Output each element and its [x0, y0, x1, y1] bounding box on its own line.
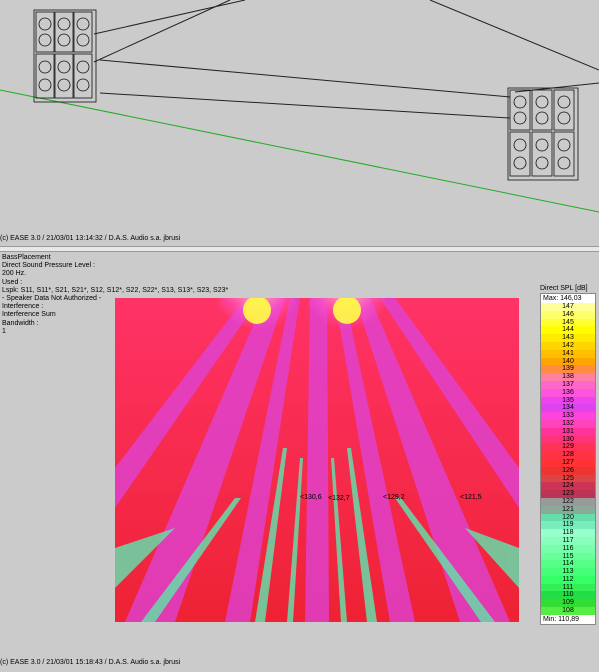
- legend-level: 118: [541, 529, 595, 537]
- legend-level: 117: [541, 536, 595, 545]
- legend-level: 121: [541, 505, 595, 514]
- legend-level: 145: [541, 318, 595, 327]
- room-edge-line: [514, 82, 599, 93]
- legend-level: 134: [541, 404, 595, 413]
- legend-level: 108: [541, 607, 595, 615]
- probe-value: <132,7: [328, 495, 350, 502]
- legend-level: 138: [541, 373, 595, 381]
- legend-level: 130: [541, 435, 595, 444]
- legend-level: 132: [541, 419, 595, 428]
- top-view-footer: (c) EASE 3.0 / 21/03/01 13:14:32 / D.A.S…: [0, 235, 181, 242]
- room-edge-line: [99, 59, 511, 98]
- legend-level: 126: [541, 466, 595, 475]
- legend-level: 109: [541, 599, 595, 608]
- room-edge-line: [99, 92, 511, 119]
- legend-level: 146: [541, 310, 595, 319]
- room-edge-line: [93, 0, 246, 35]
- info-line: 200 Hz.: [2, 270, 27, 278]
- legend-level: 113: [541, 568, 595, 576]
- spl-legend: Direct SPL [dB] Max: 146,03 147 146 145 144…: [540, 284, 596, 625]
- legend-level: 123: [541, 490, 595, 498]
- legend-level: 125: [541, 474, 595, 483]
- legend-level: 115: [541, 552, 595, 561]
- legend-min-label: Min: 110,89: [541, 614, 595, 624]
- legend-level: 133: [541, 412, 595, 420]
- legend-level: 144: [541, 326, 595, 335]
- legend-level: 119: [541, 521, 595, 530]
- info-line: BassPlacement: [2, 254, 51, 261]
- wireframe-drawing: [0, 0, 599, 213]
- legend-level: 127: [541, 458, 595, 467]
- left-speaker-stack: [33, 9, 97, 103]
- legend-level: 114: [541, 560, 595, 569]
- legend-level: 147: [541, 303, 595, 311]
- probe-value: <121,5: [460, 494, 482, 501]
- legend-level: 120: [541, 513, 595, 522]
- probe-value: <129,2: [383, 494, 405, 501]
- legend-level: 111: [541, 583, 595, 592]
- legend-scale: Max: 146,03 147 146 145 144 143 142 141 140 139 1…: [540, 293, 596, 625]
- legend-max-label: Max: 146,03: [541, 294, 595, 303]
- legend-level: 131: [541, 427, 595, 436]
- legend-level: 124: [541, 482, 595, 491]
- probe-value: <130,6: [300, 494, 322, 501]
- legend-level: 143: [541, 334, 595, 342]
- spl-heatmap[interactable]: [115, 298, 519, 622]
- legend-title: Direct SPL [dB]: [540, 285, 588, 292]
- spl-view-footer: (c) EASE 3.0 / 21/03/01 15:18:43 / D.A.S…: [0, 659, 181, 666]
- legend-level: 112: [541, 575, 595, 584]
- right-speaker-stack: [507, 87, 579, 181]
- room-edge-line: [429, 0, 599, 71]
- legend-level: 110: [541, 591, 595, 600]
- legend-level: 141: [541, 349, 595, 358]
- floor-line: [0, 89, 599, 213]
- legend-level: 122: [541, 497, 595, 506]
- legend-level: 140: [541, 357, 595, 366]
- legend-level: 135: [541, 396, 595, 405]
- room-edge-line: [93, 0, 231, 63]
- legend-level: 137: [541, 380, 595, 389]
- info-line: Lspk: S11, S11*, S21, S21*, S12, S12*, S…: [2, 286, 229, 294]
- legend-level: 139: [541, 365, 595, 374]
- legend-level: 129: [541, 443, 595, 452]
- legend-level: 142: [541, 341, 595, 350]
- info-line: Used :: [2, 278, 23, 286]
- info-line: Direct Sound Pressure Level :: [2, 262, 95, 270]
- legend-rows: 147 146 145 144 143 142 141 140 139 138 137 136 135 1…: [541, 303, 595, 615]
- legend-level: 136: [541, 388, 595, 397]
- legend-level: 128: [541, 451, 595, 459]
- wireframe-view[interactable]: (c) EASE 3.0 / 21/03/01 13:14:32 / D.A.S…: [0, 0, 599, 246]
- legend-level: 116: [541, 544, 595, 553]
